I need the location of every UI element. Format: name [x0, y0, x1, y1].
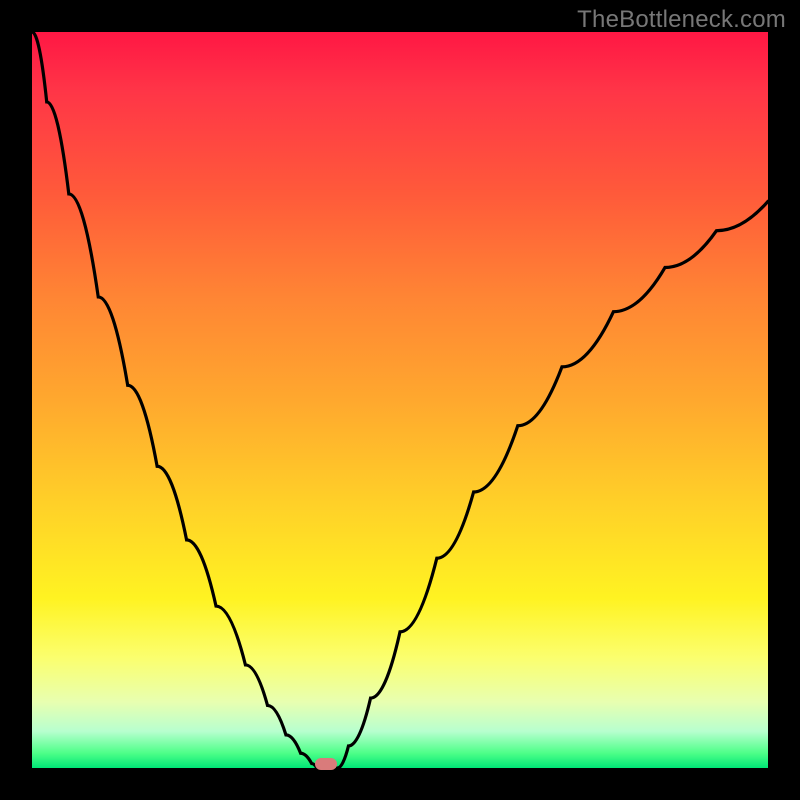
- minimum-marker: [315, 758, 337, 770]
- curve-right-branch: [337, 201, 768, 768]
- bottleneck-curve: [32, 32, 768, 768]
- curve-left-branch: [32, 32, 317, 768]
- chart-frame: TheBottleneck.com: [0, 0, 800, 800]
- watermark-text: TheBottleneck.com: [577, 6, 786, 34]
- plot-area: [32, 32, 768, 768]
